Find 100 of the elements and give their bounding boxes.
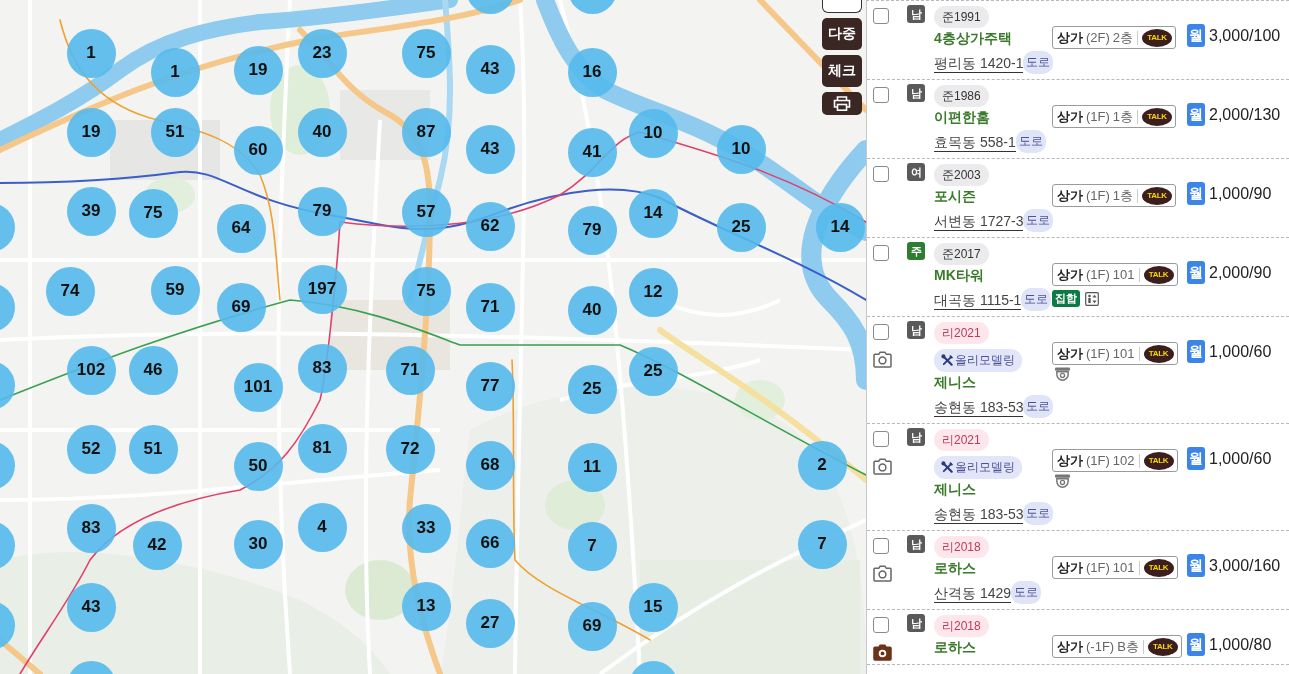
building-name[interactable]: 이편한홈 — [934, 107, 990, 129]
floor-text: (1F) — [1086, 267, 1110, 282]
talk-button[interactable]: TALK — [1143, 344, 1174, 363]
tools-icon — [941, 461, 954, 474]
building-name[interactable]: 제니스 — [934, 372, 976, 394]
floor-text: (1F) — [1086, 109, 1110, 124]
category-badge: 남 — [907, 84, 925, 102]
category-badge: 주 — [907, 242, 925, 260]
elevator-icon — [1085, 291, 1099, 306]
category-badge: 남 — [907, 321, 925, 339]
address-link[interactable]: 대곡동 1115-1 — [934, 290, 1022, 310]
build-year-tag: 준1986 — [934, 85, 989, 107]
building-name[interactable]: 포시즌 — [934, 186, 976, 208]
unit-text: 101 — [1112, 560, 1135, 575]
use-label: 상가 — [1057, 265, 1083, 284]
talk-button[interactable]: TALK — [1142, 186, 1173, 205]
camera-icon[interactable] — [873, 458, 892, 475]
remodel-text: 올리모델링 — [955, 352, 1015, 369]
select-checkbox[interactable] — [873, 87, 889, 103]
price-text: 1,000/90 — [1209, 184, 1272, 204]
category-badge: 남 — [907, 614, 925, 632]
road-tag: 도로 — [1023, 501, 1054, 525]
building-name[interactable]: MK타워 — [934, 265, 984, 287]
cctv-icon — [1054, 367, 1071, 382]
talk-button[interactable]: TALK — [1143, 265, 1174, 284]
select-checkbox[interactable] — [873, 324, 889, 340]
road-tag: 도로 — [1023, 208, 1054, 232]
build-year-tag: 리2021 — [934, 322, 989, 344]
select-checkbox[interactable] — [873, 431, 889, 447]
road-tag: 도로 — [1021, 287, 1052, 311]
rent-type-tag: 월 — [1187, 103, 1205, 126]
category-badge: 남 — [907, 5, 925, 23]
select-checkbox[interactable] — [873, 617, 889, 633]
build-year-tag: 리2018 — [934, 536, 989, 558]
map-mode-button[interactable]: 체크 — [822, 55, 862, 87]
map-mode-button[interactable] — [822, 0, 862, 13]
road-tag: 도로 — [1015, 129, 1046, 153]
use-label: 상가 — [1057, 451, 1083, 470]
select-checkbox[interactable] — [873, 166, 889, 182]
unit-text: 101 — [1112, 267, 1135, 282]
address-link[interactable]: 송현동 183-53 — [934, 397, 1024, 417]
address-link[interactable]: 평리동 1420-1 — [934, 53, 1024, 73]
building-name[interactable]: 제니스 — [934, 479, 976, 501]
unit-text: 1층 — [1112, 186, 1134, 205]
address-link[interactable]: 송현동 183-53 — [934, 504, 1024, 524]
rent-type-tag: 월 — [1187, 261, 1205, 284]
camera-icon[interactable] — [873, 644, 892, 661]
camera-icon[interactable] — [873, 351, 892, 368]
build-year-tag: 준1991 — [934, 6, 989, 28]
print-button[interactable] — [822, 92, 862, 115]
address-link[interactable]: 산격동 1429 — [934, 583, 1012, 603]
talk-button[interactable]: TALK — [1142, 28, 1173, 47]
floor-text: (2F) — [1086, 30, 1110, 45]
talk-button[interactable]: TALK — [1147, 637, 1178, 656]
rent-type-tag: 월 — [1187, 340, 1205, 363]
floor-text: (1F) — [1086, 453, 1110, 468]
price-text: 3,000/100 — [1209, 26, 1281, 46]
rent-type-tag: 월 — [1187, 554, 1205, 577]
category-badge: 여 — [907, 163, 925, 181]
select-checkbox[interactable] — [873, 8, 889, 24]
select-checkbox[interactable] — [873, 538, 889, 554]
road-tag: 도로 — [1023, 50, 1054, 74]
feature-tag: 집합 — [1052, 290, 1080, 307]
price-text: 3,000/160 — [1209, 556, 1281, 576]
unit-text: 2층 — [1112, 28, 1134, 47]
price-text: 1,000/60 — [1209, 449, 1272, 469]
building-name[interactable]: 로하스 — [934, 558, 976, 580]
building-name[interactable]: 4층상가주택 — [934, 28, 1012, 50]
building-name[interactable]: 로하스 — [934, 637, 976, 659]
select-checkbox[interactable] — [873, 245, 889, 261]
unit-text: B층 — [1117, 637, 1139, 656]
unit-text: 1층 — [1112, 107, 1134, 126]
price-text: 2,000/90 — [1209, 263, 1272, 283]
talk-button[interactable]: TALK — [1143, 558, 1174, 577]
address-link[interactable]: 효목동 558-1 — [934, 132, 1016, 152]
use-label: 상가 — [1057, 28, 1083, 47]
rent-type-tag: 월 — [1187, 633, 1205, 656]
talk-button[interactable]: TALK — [1143, 451, 1174, 470]
use-label: 상가 — [1057, 107, 1083, 126]
floor-text: (1F) — [1086, 346, 1110, 361]
talk-button[interactable]: TALK — [1142, 107, 1173, 126]
floor-text: (-1F) — [1086, 639, 1115, 654]
price-text: 2,000/130 — [1209, 105, 1281, 125]
build-year-tag: 리2018 — [934, 615, 989, 637]
road-tag: 도로 — [1023, 394, 1054, 418]
cctv-icon — [1054, 474, 1071, 489]
road-tag: 도로 — [1011, 580, 1042, 604]
print-icon — [833, 96, 851, 111]
use-label: 상가 — [1057, 637, 1083, 656]
use-label: 상가 — [1057, 344, 1083, 363]
rent-type-tag: 월 — [1187, 24, 1205, 47]
tools-icon — [941, 354, 954, 367]
remodel-text: 올리모델링 — [955, 459, 1015, 476]
price-text: 1,000/80 — [1209, 635, 1272, 655]
unit-text: 102 — [1112, 453, 1135, 468]
camera-icon[interactable] — [873, 565, 892, 582]
address-link[interactable]: 서변동 1727-3 — [934, 211, 1024, 231]
rent-type-tag: 월 — [1187, 182, 1205, 205]
map-mode-button[interactable]: 다중 — [822, 18, 862, 50]
category-badge: 남 — [907, 428, 925, 446]
